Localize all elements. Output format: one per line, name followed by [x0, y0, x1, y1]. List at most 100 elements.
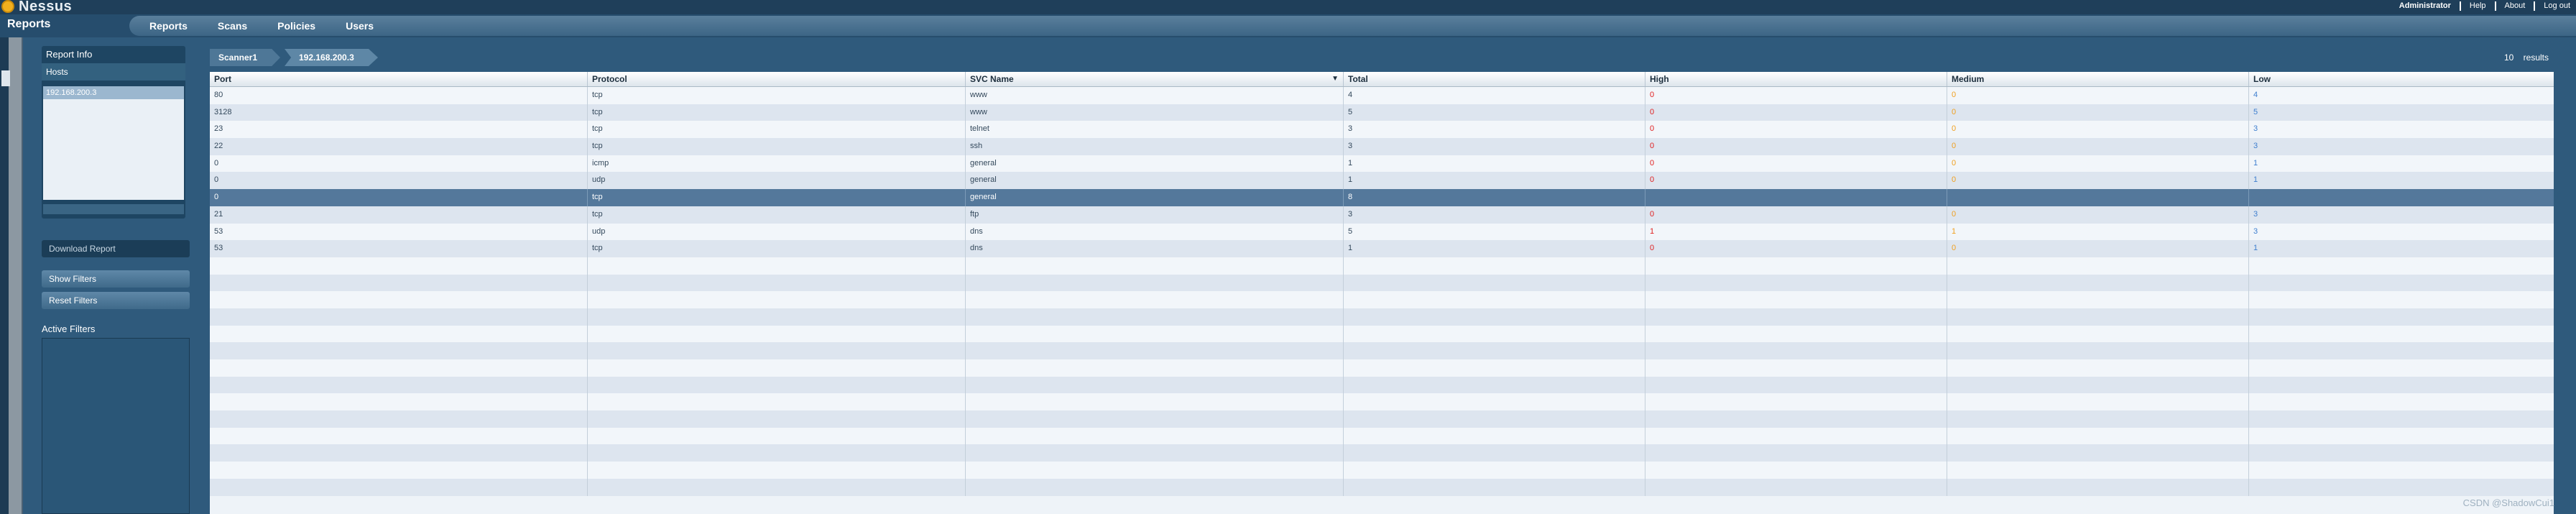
table-row-empty	[210, 359, 2554, 377]
column-header-total[interactable]: Total	[1344, 72, 1645, 86]
cell-protocol: icmp	[588, 155, 966, 173]
download-report-button[interactable]: Download Report	[42, 240, 190, 257]
user-link-help[interactable]: Help	[2461, 1, 2496, 11]
cell-empty	[1344, 410, 1645, 428]
cell-high: 0	[1645, 155, 1947, 173]
user-link-about[interactable]: About	[2496, 1, 2536, 11]
table-row-empty	[210, 257, 2554, 275]
cell-high: 0	[1645, 121, 1947, 139]
table-row[interactable]: 0 icmp general 1 0 0 1	[210, 155, 2554, 173]
left-rail-scroll[interactable]	[9, 37, 23, 514]
cell-empty	[966, 274, 1344, 292]
cell-empty	[2249, 479, 2554, 496]
nav-tab-users[interactable]: Users	[346, 20, 374, 32]
cell-port: 23	[210, 121, 588, 139]
results-count: 10 results	[2497, 52, 2549, 63]
table-row[interactable]: 22 tcp ssh 3 0 0 3	[210, 138, 2554, 155]
reset-filters-button[interactable]: Reset Filters	[42, 292, 190, 309]
active-filters-label: Active Filters	[42, 323, 96, 334]
cell-empty	[2249, 393, 2554, 410]
cell-empty	[588, 478, 966, 496]
table-row[interactable]: 0 udp general 1 0 0 1	[210, 172, 2554, 190]
cell-empty	[1947, 274, 2249, 292]
cell-empty	[966, 291, 1344, 308]
cell-empty	[1645, 478, 1947, 496]
cell-empty	[1344, 359, 1645, 377]
cell-empty	[1344, 342, 1645, 359]
cell-empty	[588, 308, 966, 326]
table-body: 80 tcp www 4 0 0 4 3128 tcp www 5 0 0 5 23 tcp telnet 3 0 0…	[210, 87, 2554, 496]
table-row[interactable]: 53 udp dns 5 1 1 3	[210, 223, 2554, 241]
nav-tab-policies[interactable]: Policies	[277, 20, 315, 32]
column-header-svc-name[interactable]: SVC Name ▼	[966, 72, 1344, 86]
column-header-low[interactable]: Low	[2249, 72, 2554, 86]
cell-protocol: udp	[588, 223, 966, 241]
cell-svc-name: dns	[966, 240, 1344, 257]
cell-empty	[1344, 274, 1645, 292]
table-row-empty	[210, 325, 2554, 343]
column-header-medium[interactable]: Medium	[1947, 72, 2249, 86]
cell-empty	[966, 462, 1344, 479]
user-link-administrator[interactable]: Administrator	[2391, 1, 2461, 11]
table-row-empty	[210, 376, 2554, 394]
cell-empty	[588, 291, 966, 308]
watermark: CSDN @ShadowCui1	[2462, 497, 2554, 508]
cell-total: 1	[1344, 172, 1645, 190]
cell-empty	[966, 257, 1344, 275]
column-header-protocol[interactable]: Protocol	[588, 72, 966, 86]
cell-total: 3	[1344, 206, 1645, 224]
breadcrumb-host[interactable]: 192.168.200.3	[285, 49, 378, 66]
cell-empty	[1645, 308, 1947, 326]
nav-tab-reports[interactable]: Reports	[149, 20, 188, 32]
table-row[interactable]: 80 tcp www 4 0 0 4	[210, 87, 2554, 104]
cell-empty	[210, 257, 588, 275]
cell-high: 0	[1645, 138, 1947, 155]
nav-bar: Reports Reports Scans Policies Users	[0, 14, 2576, 37]
nav-tab-scans[interactable]: Scans	[218, 20, 247, 32]
cell-port: 0	[210, 172, 588, 190]
show-filters-button[interactable]: Show Filters	[42, 270, 190, 288]
table-row-empty	[210, 444, 2554, 462]
cell-empty	[2249, 275, 2554, 292]
cell-svc-name: ssh	[966, 138, 1344, 155]
cell-total: 5	[1344, 104, 1645, 121]
cell-empty	[210, 478, 588, 496]
rail-collapse-handle[interactable]	[1, 70, 10, 86]
cell-empty	[966, 427, 1344, 445]
cell-protocol: udp	[588, 172, 966, 190]
table-row[interactable]: 23 tcp telnet 3 0 0 3	[210, 121, 2554, 139]
table-row[interactable]: 53 tcp dns 1 0 0 1	[210, 240, 2554, 257]
cell-svc-name: dns	[966, 223, 1344, 241]
table-row-empty	[210, 478, 2554, 496]
cell-empty	[966, 325, 1344, 343]
cell-empty	[588, 325, 966, 343]
cell-empty	[966, 308, 1344, 326]
report-info-header[interactable]: Report Info	[42, 46, 185, 63]
cell-total: 3	[1344, 138, 1645, 155]
cell-low: 3	[2253, 226, 2258, 236]
cell-empty	[1947, 342, 2249, 359]
cell-empty	[1645, 393, 1947, 411]
cell-empty	[1947, 410, 2249, 428]
table-row[interactable]: 3128 tcp www 5 0 0 5	[210, 104, 2554, 121]
cell-empty	[2249, 342, 2554, 359]
host-item[interactable]: 192.168.200.3	[43, 86, 184, 99]
breadcrumb-scanner[interactable]: Scanner1	[210, 49, 280, 66]
cell-empty	[1344, 376, 1645, 394]
cell-port: 21	[210, 206, 588, 224]
cell-medium: 0	[1947, 138, 2249, 155]
user-link-logout[interactable]: Log out	[2535, 1, 2573, 11]
column-header-port[interactable]: Port	[210, 72, 588, 86]
cell-empty	[1645, 325, 1947, 343]
cell-low: 3	[2253, 142, 2258, 151]
table-row[interactable]: 21 tcp ftp 3 0 0 3	[210, 206, 2554, 224]
cell-empty	[1344, 462, 1645, 479]
cell-empty	[588, 393, 966, 411]
column-header-high[interactable]: High	[1645, 72, 1947, 86]
cell-empty	[210, 427, 588, 445]
cell-total: 3	[1344, 121, 1645, 139]
table-row[interactable]: 0 tcp general 8	[210, 189, 2554, 206]
cell-protocol: tcp	[588, 138, 966, 155]
cell-empty	[1645, 291, 1947, 308]
cell-empty	[2249, 444, 2554, 462]
